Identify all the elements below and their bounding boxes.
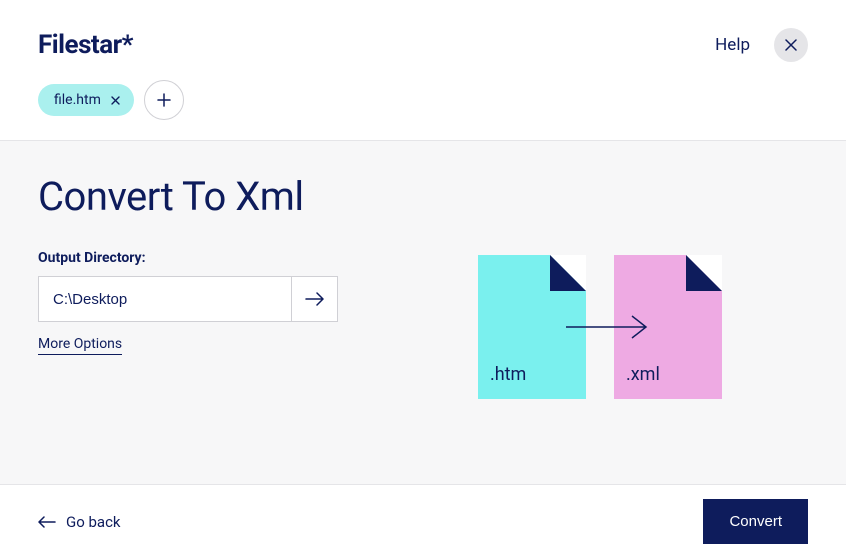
footer-bar: Go back Convert xyxy=(0,484,846,558)
app-header: Filestar* Help file.htm xyxy=(0,0,846,141)
header-top-row: Filestar* Help xyxy=(38,28,808,62)
app-logo: Filestar* xyxy=(38,30,133,60)
file-chip-row: file.htm xyxy=(38,80,808,120)
file-chip[interactable]: file.htm xyxy=(38,84,134,116)
source-file-icon: .htm xyxy=(478,255,586,399)
go-back-label: Go back xyxy=(66,513,121,531)
file-chip-label: file.htm xyxy=(54,92,101,108)
go-back-button[interactable]: Go back xyxy=(38,513,121,531)
close-icon xyxy=(111,96,120,105)
output-directory-browse[interactable] xyxy=(291,277,337,321)
close-icon xyxy=(785,39,797,51)
arrow-right-icon xyxy=(305,292,325,306)
convert-button[interactable]: Convert xyxy=(703,499,808,544)
arrow-right-icon xyxy=(566,315,650,339)
main-content: Convert To Xml Output Directory: More Op… xyxy=(0,141,846,431)
arrow-left-icon xyxy=(38,516,56,528)
source-file-ext: .htm xyxy=(490,364,526,385)
target-file-ext: .xml xyxy=(626,364,660,385)
output-directory-input[interactable] xyxy=(39,277,291,321)
settings-column: Convert To Xml Output Directory: More Op… xyxy=(38,173,378,399)
file-fold-icon xyxy=(550,255,586,291)
conversion-illustration: .htm .xml xyxy=(478,173,722,399)
header-right-group: Help xyxy=(715,28,808,62)
help-link[interactable]: Help xyxy=(715,35,750,55)
output-directory-label: Output Directory: xyxy=(38,250,378,266)
plus-icon xyxy=(157,93,171,107)
close-button[interactable] xyxy=(774,28,808,62)
file-chip-remove[interactable] xyxy=(111,96,120,105)
more-options-link[interactable]: More Options xyxy=(38,336,122,355)
add-file-button[interactable] xyxy=(144,80,184,120)
output-directory-row xyxy=(38,276,338,322)
file-fold-icon xyxy=(686,255,722,291)
page-title: Convert To Xml xyxy=(38,173,378,220)
